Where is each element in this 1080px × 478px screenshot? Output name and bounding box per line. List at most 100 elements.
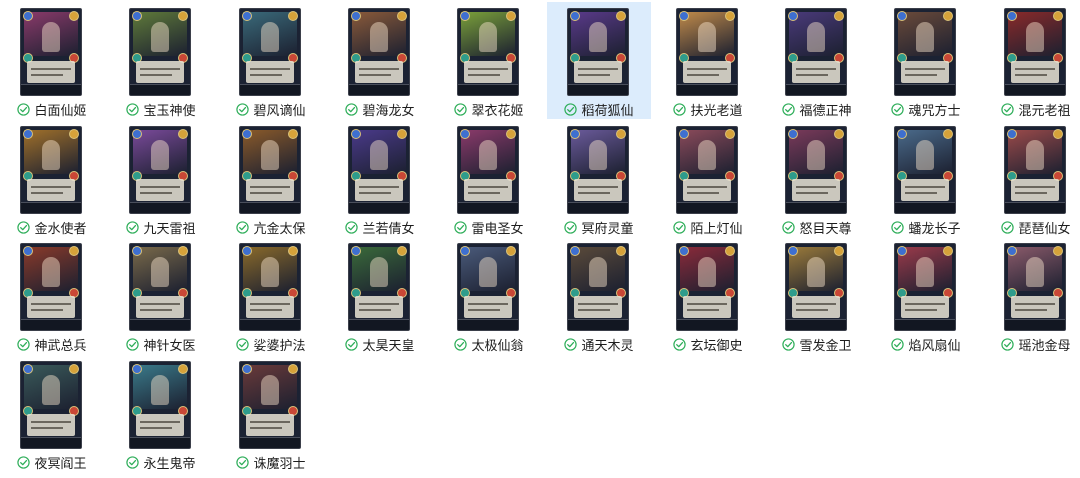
file-item[interactable]: 神针女医 <box>109 237 213 354</box>
card-stat-gem <box>288 11 298 21</box>
card-thumbnail <box>20 126 82 214</box>
card-stat-gem <box>178 11 188 21</box>
card-frame <box>349 84 409 95</box>
check-circle-icon <box>17 102 31 116</box>
file-name: 太昊天皇 <box>362 338 415 354</box>
file-caption: 冥府灵童 <box>547 218 651 237</box>
file-item[interactable]: 通天木灵 <box>547 237 651 354</box>
file-item[interactable]: 玄坛御史 <box>656 237 760 354</box>
file-name: 神针女医 <box>143 338 196 354</box>
card-stat-gem <box>679 11 689 21</box>
file-item[interactable]: 娑婆护法 <box>219 237 323 354</box>
card-thumbnail <box>676 126 738 214</box>
file-item[interactable]: 瑶池金母 <box>984 237 1080 354</box>
file-item[interactable]: 碧风谪仙 <box>219 2 323 119</box>
file-item[interactable]: 混元老祖 <box>984 2 1080 119</box>
file-name: 娑婆护法 <box>253 338 306 354</box>
card-frame <box>458 202 518 213</box>
card-text-box <box>355 179 403 201</box>
card-stat-gem <box>788 246 798 256</box>
file-caption: 白面仙姬 <box>0 100 104 119</box>
check-circle-icon <box>126 220 140 234</box>
file-item[interactable]: 九天雷祖 <box>109 120 213 237</box>
file-item[interactable]: 宝玉神使 <box>109 2 213 119</box>
card-frame <box>895 84 955 95</box>
card-stat-gem <box>1053 11 1063 21</box>
file-name: 通天木灵 <box>581 338 634 354</box>
file-item[interactable]: 夜冥阎王 <box>0 355 104 472</box>
file-name: 瑶池金母 <box>1018 338 1071 354</box>
file-name: 怒目天尊 <box>799 221 852 237</box>
card-stat-gem <box>132 11 142 21</box>
file-grid: 白面仙姬 宝玉神使 碧风谪仙 碧海龙女 翠衣花姬 稻荷狐仙 扶光老道 福德正神 魂咒方士 混元老祖… <box>0 0 1080 478</box>
file-item[interactable]: 兰若倩女 <box>328 120 432 237</box>
file-item[interactable]: 神武总兵 <box>0 237 104 354</box>
card-text-box <box>355 296 403 318</box>
check-circle-icon <box>454 102 468 116</box>
card-stat-gem <box>23 364 33 374</box>
card-thumbnail <box>239 361 301 449</box>
card-text-box <box>574 61 622 83</box>
file-name: 陌上灯仙 <box>690 221 743 237</box>
file-item[interactable]: 雷电圣女 <box>437 120 541 237</box>
file-item[interactable]: 魂咒方士 <box>874 2 978 119</box>
file-item[interactable]: 太极仙翁 <box>437 237 541 354</box>
check-circle-icon <box>1001 102 1015 116</box>
card-thumbnail <box>894 8 956 96</box>
file-item[interactable]: 稻荷狐仙 <box>547 2 651 119</box>
file-name: 金水使者 <box>34 221 87 237</box>
card-frame <box>130 84 190 95</box>
file-name: 兰若倩女 <box>362 221 415 237</box>
file-item[interactable]: 白面仙姬 <box>0 2 104 119</box>
card-frame <box>21 437 81 448</box>
file-caption: 焰风扇仙 <box>874 335 978 354</box>
card-frame <box>349 202 409 213</box>
card-text-box <box>464 179 512 201</box>
card-stat-gem <box>460 129 470 139</box>
file-caption: 亢金太保 <box>219 218 323 237</box>
card-text-box <box>901 179 949 201</box>
file-item[interactable]: 诛魔羽士 <box>219 355 323 472</box>
file-item[interactable]: 怒目天尊 <box>765 120 869 237</box>
file-item[interactable]: 永生鬼帝 <box>109 355 213 472</box>
card-frame <box>130 437 190 448</box>
card-text-box <box>27 414 75 436</box>
card-text-box <box>246 61 294 83</box>
card-frame <box>1005 319 1065 330</box>
file-item[interactable]: 冥府灵童 <box>547 120 651 237</box>
file-item[interactable]: 雪发金卫 <box>765 237 869 354</box>
card-frame <box>130 202 190 213</box>
file-name: 福德正神 <box>799 103 852 119</box>
file-name: 宝玉神使 <box>143 103 196 119</box>
file-item[interactable]: 扶光老道 <box>656 2 760 119</box>
file-item[interactable]: 陌上灯仙 <box>656 120 760 237</box>
file-caption: 瑶池金母 <box>984 335 1080 354</box>
card-frame <box>240 84 300 95</box>
card-stat-gem <box>288 246 298 256</box>
file-item[interactable]: 蟠龙长子 <box>874 120 978 237</box>
file-caption: 通天木灵 <box>547 335 651 354</box>
file-item[interactable]: 太昊天皇 <box>328 237 432 354</box>
file-caption: 福德正神 <box>765 100 869 119</box>
file-name: 冥府灵童 <box>581 221 634 237</box>
file-item[interactable]: 金水使者 <box>0 120 104 237</box>
file-caption: 雷电圣女 <box>437 218 541 237</box>
card-frame <box>677 84 737 95</box>
card-text-box <box>246 414 294 436</box>
card-text-box <box>901 296 949 318</box>
card-text-box <box>246 296 294 318</box>
file-item[interactable]: 亢金太保 <box>219 120 323 237</box>
check-circle-icon <box>236 337 250 351</box>
file-item[interactable]: 福德正神 <box>765 2 869 119</box>
file-item[interactable]: 琵琶仙女 <box>984 120 1080 237</box>
file-item[interactable]: 焰风扇仙 <box>874 237 978 354</box>
card-thumbnail <box>348 8 410 96</box>
file-item[interactable]: 碧海龙女 <box>328 2 432 119</box>
card-thumbnail <box>676 243 738 331</box>
card-stat-gem <box>397 246 407 256</box>
file-item[interactable]: 翠衣花姬 <box>437 2 541 119</box>
file-name: 魂咒方士 <box>908 103 961 119</box>
card-thumbnail <box>239 8 301 96</box>
card-stat-gem <box>178 246 188 256</box>
check-circle-icon <box>17 220 31 234</box>
